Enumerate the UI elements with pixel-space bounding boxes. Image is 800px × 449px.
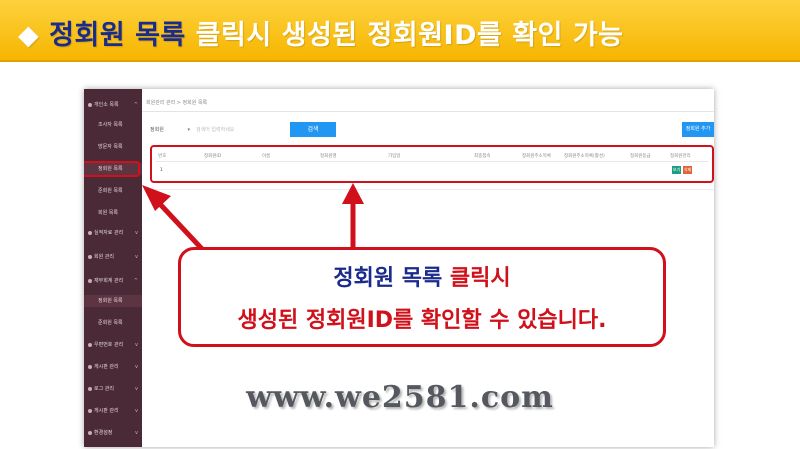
- search-input[interactable]: 검색어 입력하세요: [196, 125, 284, 135]
- sidebar-item[interactable]: 준회원 목록: [84, 185, 142, 197]
- search-type-select[interactable]: 정회원 ▾: [150, 125, 190, 135]
- sidebar-item-group[interactable]: 개인소 목록 ^: [84, 99, 142, 111]
- website-url: www.we2581.com: [246, 380, 554, 415]
- sidebar-item[interactable]: 조사자 목록: [84, 119, 142, 131]
- table-header: 정회원명: [320, 154, 337, 159]
- callout-box: 정회원 목록 클릭시 생성된 정회원ID를 확인할 수 있습니다.: [178, 247, 666, 347]
- sidebar-item-group[interactable]: 게시판 관리 v: [84, 361, 142, 373]
- divider: [142, 111, 714, 112]
- bullet-diamond-icon: ◆: [18, 20, 50, 51]
- sidebar-item-group[interactable]: 재무회계 관리 ^: [84, 275, 142, 287]
- chevron-up-icon: ^: [133, 278, 138, 284]
- table-header: 이름: [262, 154, 271, 159]
- chevron-up-icon: ^: [133, 102, 138, 108]
- breadcrumb: 회원관리 관리 > 정회원 목록: [146, 100, 208, 106]
- sidebar-item-group[interactable]: 환경설정 v: [84, 427, 142, 439]
- delete-button[interactable]: 삭제: [683, 166, 692, 174]
- table-header: 정회원주소목록(활성): [564, 154, 605, 159]
- banner-title: ◆ 정회원 목록 클릭시 생성된 정회원ID를 확인 가능: [18, 13, 624, 52]
- table-header: 번호: [158, 154, 167, 159]
- banner-rest: 클릭시 생성된 정회원ID를 확인 가능: [185, 20, 624, 51]
- table-header: 정회원관리: [670, 154, 691, 159]
- menu-icon: [88, 255, 92, 259]
- chevron-down-icon: ▾: [187, 127, 190, 133]
- sidebar-highlight-box: [84, 161, 140, 177]
- sidebar-item[interactable]: 회원 목록: [84, 207, 142, 219]
- chevron-down-icon: v: [135, 254, 138, 260]
- chevron-down-icon: v: [135, 342, 138, 348]
- sidebar-item-group[interactable]: 실적자료 관리 v: [84, 227, 142, 239]
- add-member-button[interactable]: 정회원 추가: [682, 122, 714, 137]
- menu-icon: [88, 103, 92, 107]
- view-button[interactable]: 보기: [672, 166, 681, 174]
- menu-icon: [88, 279, 92, 283]
- title-banner: ◆ 정회원 목록 클릭시 생성된 정회원ID를 확인 가능: [0, 0, 800, 62]
- table-header: 정회원주소목록: [522, 154, 551, 159]
- menu-icon: [88, 231, 92, 235]
- banner-highlight: 정회원 목록: [49, 20, 186, 51]
- divider: [150, 189, 714, 190]
- divider: [156, 161, 708, 162]
- search-button[interactable]: 검색: [290, 122, 336, 137]
- table-header: 최종접속: [474, 154, 491, 159]
- menu-icon: [88, 343, 92, 347]
- chevron-down-icon: v: [135, 230, 138, 236]
- menu-icon: [88, 365, 92, 369]
- member-table: 번호 정회원ID 이름 정회원명 가입일 최종접속 정회원주소목록 정회원주소목…: [150, 145, 714, 183]
- chevron-down-icon: v: [135, 430, 138, 436]
- sidebar-item-group[interactable]: 회원 관리 v: [84, 251, 142, 263]
- sidebar-item-active[interactable]: 정회원 목록: [84, 295, 142, 307]
- table-cell-number: 1: [160, 168, 163, 173]
- table-header: 가입일: [388, 154, 401, 159]
- sidebar-item[interactable]: 방문자 목록: [84, 141, 142, 153]
- callout-line-1: 정회원 목록 클릭시: [333, 266, 511, 291]
- table-header: 정회원ID: [204, 154, 222, 159]
- menu-icon: [88, 431, 92, 435]
- sidebar-item[interactable]: 준회원 목록: [84, 317, 142, 329]
- table-header: 정회원등급: [630, 154, 651, 159]
- callout-line-2: 생성된 정회원ID를 확인할 수 있습니다.: [237, 308, 607, 333]
- sidebar-item-group[interactable]: 우편번호 관리 v: [84, 339, 142, 351]
- chevron-down-icon: v: [135, 364, 138, 370]
